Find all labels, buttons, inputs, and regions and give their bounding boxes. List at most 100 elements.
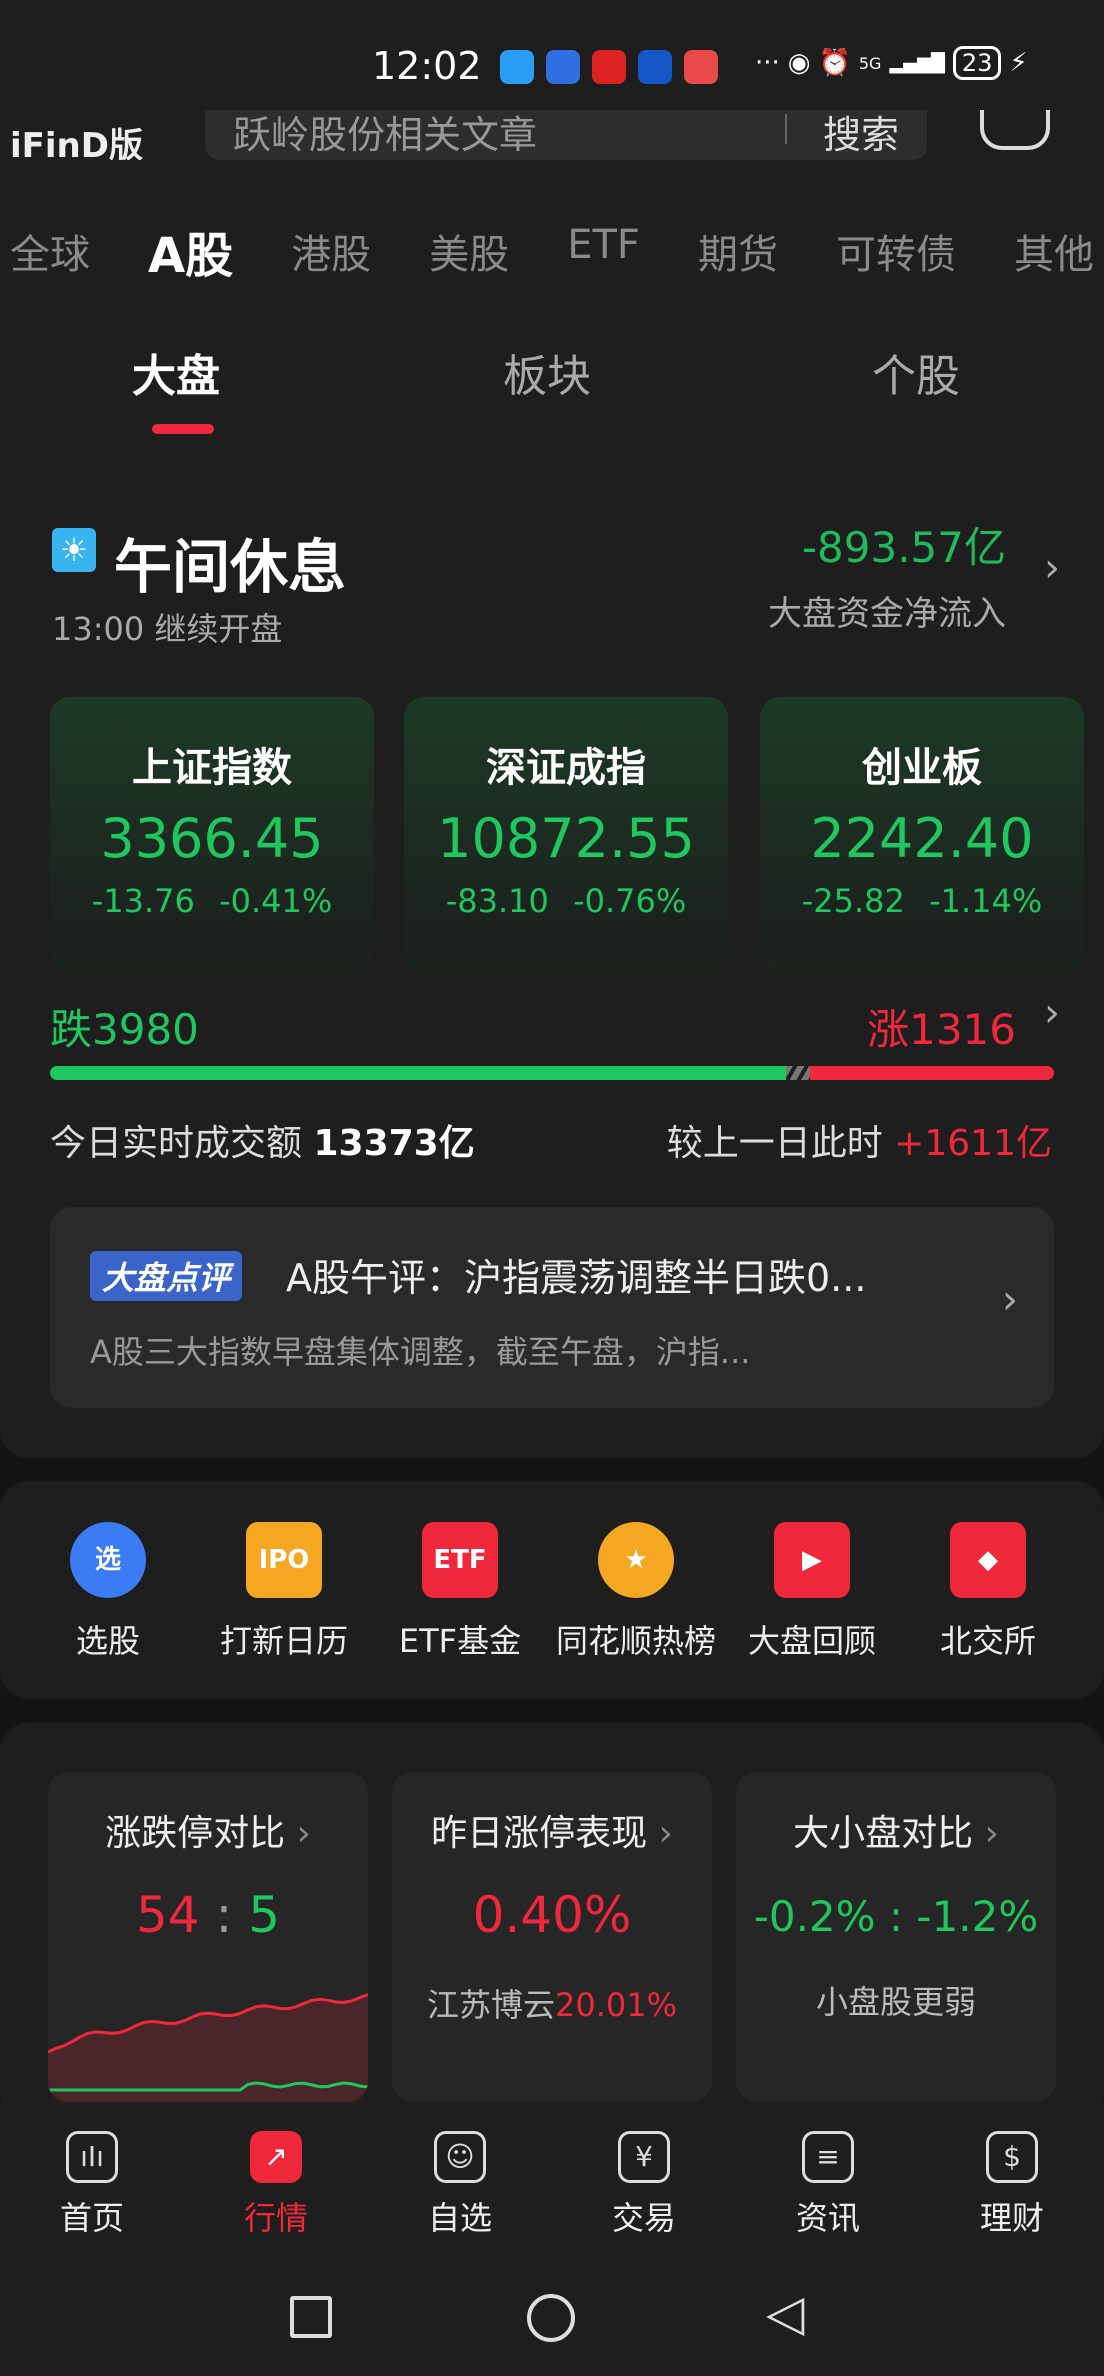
more-icon: ··· (755, 48, 780, 78)
advancing-count[interactable]: 涨1316 (867, 996, 1016, 1057)
limit-compare-card[interactable]: 涨跌停对比 › 54 : 5 (48, 1772, 368, 2102)
tab-convertible[interactable]: 可转债 (836, 222, 956, 280)
shortcut-label: 同花顺热榜 (555, 1622, 716, 1660)
recents-button[interactable] (290, 2296, 332, 2338)
nav-wealth[interactable]: $ 理财 (920, 2105, 1104, 2256)
separator: : (215, 1886, 233, 1944)
eye-icon: ◉ (787, 48, 811, 78)
shortcut-label: 北交所 (939, 1622, 1036, 1660)
home-button[interactable] (527, 2294, 575, 2342)
net-flow-label[interactable]: 大盘资金净流入 (768, 586, 1006, 635)
nav-news[interactable]: ≡ 资讯 (736, 2105, 920, 2256)
shortcut-etf-fund[interactable]: ETF ETF基金 (376, 1522, 544, 1662)
chevron-right-icon: › (984, 1813, 999, 1854)
shortcut-ipo-calendar[interactable]: IPO 打新日历 (200, 1522, 368, 1662)
nav-quotes[interactable]: ↗ 行情 (184, 2105, 368, 2256)
top-stock-name: 江苏博云 (426, 1986, 555, 2024)
nav-label: 自选 (427, 2199, 492, 2237)
tab-us[interactable]: 美股 (429, 222, 509, 280)
status-bar: 12:02 ··· ◉ ⏰ 5G ▂▄▆█ 23 ⚡ (0, 0, 1104, 120)
network-type: 5G (858, 53, 882, 73)
nav-home[interactable]: ıIı 首页 (0, 2105, 184, 2256)
index-name: 上证指数 (132, 745, 292, 791)
search-button[interactable]: 搜索 (823, 110, 899, 159)
shortcut-label: ETF基金 (398, 1622, 522, 1660)
index-change: -13.76 (91, 882, 195, 920)
tab-hk[interactable]: 港股 (291, 222, 371, 280)
watchlist-icon: ☺ (434, 2131, 486, 2183)
breadth-bar (50, 1066, 1054, 1080)
chevron-right-icon[interactable]: › (1044, 545, 1060, 591)
tab-etf[interactable]: ETF (567, 222, 640, 268)
android-nav-bar: ◁ (0, 2256, 1104, 2376)
stock-picker-icon: 选 (70, 1522, 146, 1598)
nav-watchlist[interactable]: ☺ 自选 (368, 2105, 552, 2256)
shortcut-label: 大盘回顾 (747, 1622, 876, 1660)
subtab-market[interactable]: 大盘 (132, 340, 220, 404)
market-commentary-card[interactable]: 大盘点评 A股午评：沪指震荡调整半日跌0... A股三大指数早盘集体调整，截至午… (50, 1207, 1054, 1408)
index-pct: -1.14% (929, 882, 1043, 920)
charging-icon: ⚡ (1009, 48, 1028, 78)
limit-up-count: 54 (135, 1886, 200, 1944)
quotes-icon: ↗ (250, 2131, 302, 2183)
search-input[interactable]: 跃岭股份相关文章 (233, 110, 537, 159)
compare-label: 较上一日此时 (666, 1123, 883, 1164)
session-subtitle: 13:00 继续开盘 (52, 610, 283, 648)
bottom-navigation: ıIı 首页 ↗ 行情 ☺ 自选 ¥ 交易 ≡ 资讯 $ 理财 (0, 2105, 1104, 2256)
limit-trend-chart (48, 1993, 368, 2102)
app-notification-icon (638, 50, 672, 84)
index-card-sse[interactable]: 上证指数 3366.45 -13.76 -0.41% (50, 697, 374, 969)
subtab-sectors[interactable]: 板块 (503, 340, 591, 404)
back-button[interactable]: ◁ (766, 2284, 804, 2342)
message-notification-icon (500, 50, 534, 84)
subtab-stocks[interactable]: 个股 (872, 340, 960, 404)
search-bar[interactable]: 跃岭股份相关文章 搜索 (205, 110, 927, 160)
divider (785, 114, 787, 144)
nav-trade[interactable]: ¥ 交易 (552, 2105, 736, 2256)
shortcut-label: 打新日历 (219, 1622, 348, 1660)
nav-label: 理财 (979, 2199, 1044, 2237)
nav-label: 行情 (243, 2199, 308, 2237)
shortcut-label: 选股 (75, 1622, 140, 1660)
index-value: 2242.40 (810, 807, 1034, 870)
index-value: 10872.55 (437, 807, 695, 870)
tab-a-shares[interactable]: A股 (148, 216, 233, 286)
market-review-icon: ▶ (774, 1522, 850, 1598)
tab-other[interactable]: 其他 (1014, 222, 1094, 280)
tab-global[interactable]: 全球 (10, 222, 90, 280)
shortcut-stock-picker[interactable]: 选选股 (24, 1522, 192, 1662)
breadth-bar-down (50, 1066, 787, 1080)
shortcut-hot-list[interactable]: ★ 同花顺热榜 (552, 1522, 720, 1662)
cap-compare-card[interactable]: 大小盘对比 › -0.2% : -1.2% 小盘股更弱 (736, 1772, 1056, 2102)
turnover-value: 13373亿 (313, 1123, 475, 1164)
compare-value: +1611亿 (894, 1123, 1052, 1164)
app-logo: iFinD版 (10, 126, 143, 160)
market-tabs: 全球 A股 港股 美股 ETF 期货 可转债 其他 (10, 222, 1094, 286)
card-title: 昨日涨停表现 (431, 1813, 648, 1854)
index-change: -25.82 (801, 882, 905, 920)
nav-label: 资讯 (795, 2199, 860, 2237)
index-value: 3366.45 (100, 807, 324, 870)
shortcut-bse[interactable]: ◆ 北交所 (904, 1522, 1072, 1662)
tab-futures[interactable]: 期货 (698, 222, 778, 280)
chevron-right-icon[interactable]: › (1044, 990, 1060, 1036)
home-icon: ıIı (66, 2131, 118, 2183)
top-stock-pct: 20.01% (555, 1986, 678, 2024)
wealth-icon: $ (986, 2131, 1038, 2183)
breadth-bar-up (810, 1066, 1054, 1080)
net-flow-value[interactable]: -893.57亿 (802, 514, 1006, 575)
chevron-right-icon[interactable]: › (1002, 1277, 1018, 1323)
news-title[interactable]: A股午评：沪指震荡调整半日跌0... (286, 1247, 866, 1302)
index-card-szse[interactable]: 深证成指 10872.55 -83.10 -0.76% (404, 697, 728, 969)
battery-level: 23 (952, 46, 1002, 80)
turnover-label: 今日实时成交额 (50, 1123, 303, 1164)
shortcut-market-review[interactable]: ▶ 大盘回顾 (728, 1522, 896, 1662)
index-card-chinext[interactable]: 创业板 2242.40 -25.82 -1.14% (760, 697, 1084, 969)
yesterday-limit-card[interactable]: 昨日涨停表现 › 0.40% 江苏博云20.01% (392, 1772, 712, 2102)
active-tab-indicator (152, 424, 214, 434)
index-name: 创业板 (862, 745, 982, 791)
app-notification-icon (546, 50, 580, 84)
index-name: 深证成指 (486, 745, 646, 791)
system-icons: ··· ◉ ⏰ 5G ▂▄▆█ 23 ⚡ (755, 46, 1028, 80)
assistant-icon[interactable] (980, 110, 1050, 150)
